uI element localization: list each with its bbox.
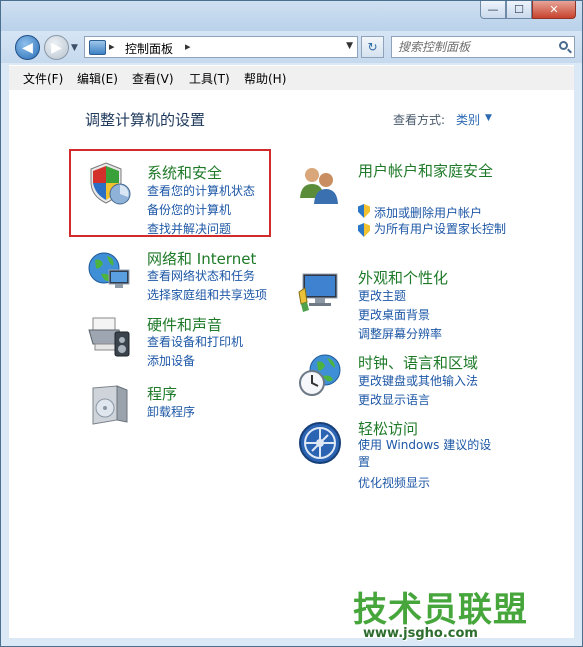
refresh-button[interactable]: ↻ — [361, 36, 384, 58]
link-change-theme[interactable]: 更改主题 — [358, 287, 406, 304]
search-icon[interactable] — [559, 41, 568, 50]
search-box[interactable] — [391, 36, 575, 58]
link-view-computer-status[interactable]: 查看您的计算机状态 — [147, 182, 255, 199]
menu-edit[interactable]: 编辑(E) — [77, 70, 118, 87]
view-by-dropdown[interactable]: 类别 — [456, 111, 480, 128]
link-keyboard-input[interactable]: 更改键盘或其他输入法 — [358, 372, 478, 389]
user-accounts-icon[interactable] — [297, 162, 343, 208]
maximize-button[interactable]: ☐ — [506, 1, 532, 19]
watermark-url: www.jsgho.com — [363, 626, 478, 641]
uac-shield-icon — [358, 223, 370, 237]
clock-globe-icon[interactable] — [297, 352, 343, 398]
recent-pages-dropdown[interactable]: ▼ — [71, 43, 78, 53]
appearance-title[interactable]: 外观和个性化 — [358, 267, 448, 288]
user-accounts-title[interactable]: 用户帐户和家庭安全 — [358, 160, 498, 182]
menu-help[interactable]: 帮助(H) — [244, 70, 286, 87]
link-uninstall-program[interactable]: 卸载程序 — [147, 403, 195, 420]
system-security-title[interactable]: 系统和安全 — [147, 162, 222, 183]
watermark-text: 技术员联盟 — [353, 590, 528, 630]
caption-buttons: — ☐ ✕ — [480, 1, 576, 19]
link-troubleshoot[interactable]: 查找并解决问题 — [147, 220, 231, 237]
link-windows-recommended-settings[interactable]: 使用 Windows 建议的设置 — [358, 437, 498, 471]
page-title: 调整计算机的设置 — [85, 111, 206, 129]
link-screen-resolution[interactable]: 调整屏幕分辨率 — [358, 325, 442, 342]
view-by-label: 查看方式: — [393, 113, 446, 127]
link-add-remove-accounts[interactable]: 添加或删除用户帐户 — [374, 204, 482, 221]
printer-icon[interactable] — [87, 314, 133, 360]
menu-tools[interactable]: 工具(T) — [189, 70, 230, 87]
link-backup-computer[interactable]: 备份您的计算机 — [147, 201, 231, 218]
control-panel-icon — [89, 40, 106, 55]
link-network-status[interactable]: 查看网络状态和任务 — [147, 267, 255, 284]
content-area: 调整计算机的设置 查看方式: 类别 ▼ 系统和安全 查看您的计算机状态 备份您的… — [9, 90, 574, 638]
view-by-chevron-down-icon[interactable]: ▼ — [485, 113, 492, 123]
network-title[interactable]: 网络和 Internet — [147, 248, 256, 269]
search-input[interactable] — [398, 39, 548, 55]
hardware-sound-title[interactable]: 硬件和声音 — [147, 314, 222, 335]
link-homegroup-sharing[interactable]: 选择家庭组和共享选项 — [147, 286, 267, 303]
breadcrumb-control-panel[interactable]: 控制面板 — [125, 40, 173, 57]
programs-title[interactable]: 程序 — [147, 383, 177, 404]
link-desktop-background[interactable]: 更改桌面背景 — [358, 306, 430, 323]
link-devices-printers[interactable]: 查看设备和打印机 — [147, 333, 243, 350]
control-panel-window: — ☐ ✕ ◀ ▶ ▼ ▸ 控制面板 ▸ ▼ ↻ 文件(F) 编辑(E) 查看(… — [0, 0, 583, 647]
menu-bar: 文件(F) 编辑(E) 查看(V) 工具(T) 帮助(H) — [9, 65, 574, 91]
address-dropdown-icon[interactable]: ▼ — [346, 41, 353, 51]
link-display-language[interactable]: 更改显示语言 — [358, 391, 430, 408]
uac-shield-icon — [358, 204, 370, 218]
link-parental-controls[interactable]: 为所有用户设置家长控制 — [374, 221, 514, 238]
menu-file[interactable]: 文件(F) — [23, 70, 63, 87]
appearance-monitor-icon[interactable] — [297, 268, 343, 314]
ease-of-access-title[interactable]: 轻松访问 — [358, 418, 418, 439]
breadcrumb-separator-icon[interactable]: ▸ — [185, 40, 191, 53]
menu-view[interactable]: 查看(V) — [132, 70, 174, 87]
ease-of-access-icon[interactable] — [297, 420, 343, 466]
system-security-shield-icon[interactable] — [87, 160, 133, 206]
network-globe-icon[interactable] — [87, 248, 133, 294]
title-bar: — ☐ ✕ — [1, 1, 582, 31]
clock-language-region-title[interactable]: 时钟、语言和区域 — [358, 352, 478, 373]
address-bar[interactable]: ▸ 控制面板 ▸ ▼ — [84, 36, 358, 58]
breadcrumb-separator-icon[interactable]: ▸ — [109, 40, 115, 53]
back-button[interactable]: ◀ — [15, 35, 40, 60]
forward-button[interactable]: ▶ — [44, 35, 69, 60]
watermark: 技术员联盟 www.jsgho.com — [353, 582, 553, 642]
navigation-bar: ◀ ▶ ▼ ▸ 控制面板 ▸ ▼ ↻ — [1, 31, 582, 63]
programs-box-icon[interactable] — [87, 382, 133, 428]
link-add-device[interactable]: 添加设备 — [147, 352, 195, 369]
minimize-button[interactable]: — — [480, 1, 506, 19]
close-button[interactable]: ✕ — [532, 1, 576, 19]
link-optimize-display[interactable]: 优化视频显示 — [358, 474, 430, 491]
